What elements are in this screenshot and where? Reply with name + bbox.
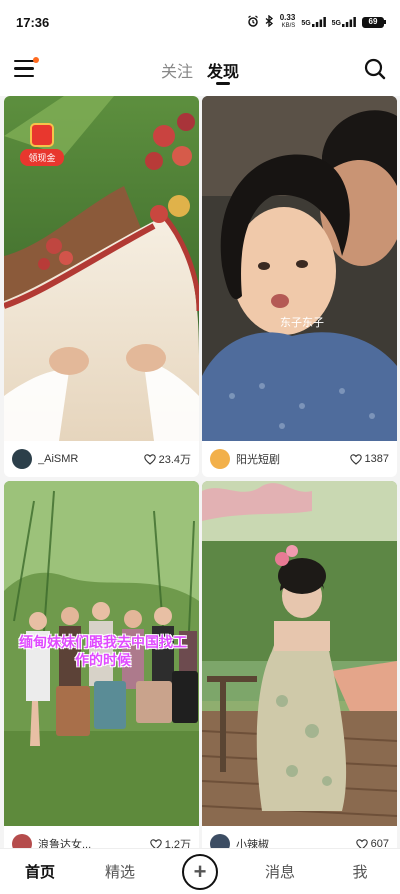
heart-icon [143, 453, 156, 465]
net-speed-value: 0.33 [279, 13, 296, 22]
red-packet-icon [30, 123, 54, 147]
tab-following[interactable]: 关注 [161, 58, 193, 84]
avatar[interactable] [12, 449, 32, 469]
red-packet-label: 领现金 [20, 149, 64, 166]
nav-home[interactable]: 首页 [0, 861, 80, 882]
feed-tabs: 关注 发现 [0, 58, 400, 85]
battery-icon: 69 [362, 16, 386, 28]
video-thumbnail[interactable] [202, 481, 397, 826]
author-name[interactable]: 阳光短剧 [236, 451, 350, 467]
alarm-icon [247, 15, 259, 29]
signal-icon-2: 5G [332, 17, 356, 27]
video-thumbnail[interactable]: 领现金 [4, 96, 199, 441]
nav-me[interactable]: 我 [320, 861, 400, 882]
signal-1-label: 5G [301, 20, 311, 27]
like-count[interactable]: 23.4万 [143, 451, 191, 467]
top-nav: 关注 发现 [0, 44, 400, 96]
author-name[interactable]: _AiSMR [38, 453, 144, 465]
like-count-value: 1387 [364, 453, 389, 465]
tab-discover[interactable]: 发现 [207, 58, 239, 85]
signal-icon-1: 5G [301, 17, 326, 27]
network-speed: 0.33 KB/S [280, 14, 296, 30]
nav-featured[interactable]: 精选 [80, 861, 160, 882]
heart-icon [349, 453, 362, 465]
bottom-nav: 首页 精选 + 消息 我 [0, 848, 400, 894]
like-count[interactable]: 1387 [349, 453, 389, 465]
video-card[interactable]: 小辣椒 607 [202, 481, 397, 862]
status-bar: 17:36 0.33 KB/S 5G 5G 69 [0, 0, 400, 44]
nav-messages[interactable]: 消息 [240, 861, 320, 882]
avatar[interactable] [210, 449, 230, 469]
bluetooth-icon [265, 14, 274, 29]
card-meta: _AiSMR 23.4万 [4, 441, 199, 477]
status-time: 17:36 [16, 14, 50, 30]
plus-icon[interactable]: + [182, 853, 218, 890]
signal-2-label: 5G [331, 20, 341, 27]
like-count-value: 23.4万 [158, 454, 191, 466]
status-icons: 0.33 KB/S 5G 5G 69 [247, 14, 386, 30]
search-icon[interactable] [364, 58, 386, 80]
video-card[interactable]: 领现金 _AiSMR 23.4万 [4, 96, 199, 477]
video-card[interactable]: 缅甸妹妹们跟我去中国找工作的时候 浪鲁达女... 1.2万 [4, 481, 199, 862]
video-overlay-text: 东子东子 [280, 317, 324, 329]
card-meta: 阳光短剧 1387 [202, 441, 397, 477]
video-caption: 缅甸妹妹们跟我去中国找工作的时候 [19, 634, 187, 668]
net-speed-unit: KB/S [281, 23, 296, 29]
nav-create[interactable]: + [160, 853, 240, 890]
red-packet-badge[interactable]: 领现金 [20, 123, 64, 166]
video-card[interactable]: 东子东子 阳光短剧 1387 [202, 96, 397, 477]
video-thumbnail[interactable]: 东子东子 [202, 96, 397, 441]
